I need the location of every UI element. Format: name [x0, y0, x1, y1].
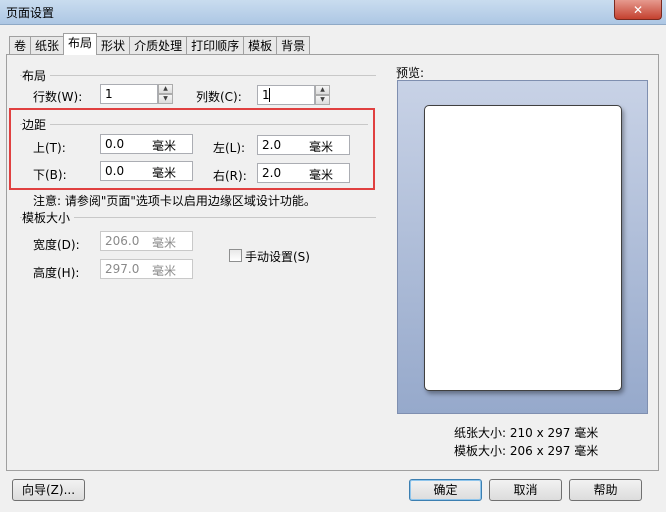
tab-print-order[interactable]: 打印顺序	[186, 36, 245, 55]
tab-shape[interactable]: 形状	[96, 36, 131, 55]
tab-volume[interactable]: 卷	[9, 36, 32, 55]
cols-label: 列数(C):	[196, 90, 242, 104]
wizard-button[interactable]: 向导(Z)...	[12, 479, 85, 501]
paper-size-text: 纸张大小: 210 x 297 毫米	[454, 426, 599, 440]
template-width-unit: 毫米	[152, 236, 177, 250]
layout-group-line	[20, 75, 376, 76]
manual-setting-checkbox[interactable]	[229, 249, 242, 262]
tab-background[interactable]: 背景	[276, 36, 311, 55]
spin-down-icon[interactable]: ▼	[158, 94, 173, 104]
template-height-value: 297.0	[105, 262, 140, 276]
preview-page	[424, 105, 622, 391]
tab-template[interactable]: 模板	[243, 36, 278, 55]
tab-paper[interactable]: 纸张	[30, 36, 65, 55]
cols-spinner[interactable]: ▲ ▼	[315, 85, 330, 105]
note-text: 注意: 请参阅"页面"选项卡以启用边缘区域设计功能。	[33, 194, 316, 208]
text-caret	[269, 88, 270, 102]
rows-spinner[interactable]: ▲ ▼	[158, 84, 173, 104]
spin-up-icon[interactable]: ▲	[158, 84, 173, 94]
template-height-label: 高度(H):	[33, 266, 80, 280]
tab-layout[interactable]: 布局	[63, 33, 98, 55]
tab-media[interactable]: 介质处理	[129, 36, 188, 55]
close-button[interactable]: ✕	[614, 0, 662, 20]
rows-input[interactable]: 1	[100, 84, 158, 104]
highlight-box	[9, 108, 375, 190]
title-bar: 页面设置 ✕	[0, 0, 666, 25]
window-title: 页面设置	[6, 6, 55, 20]
cancel-button[interactable]: 取消	[489, 479, 562, 501]
template-height-input: 297.0	[100, 259, 193, 279]
ok-button[interactable]: 确定	[409, 479, 482, 501]
template-width-label: 宽度(D):	[33, 238, 80, 252]
template-size-text: 模板大小: 206 x 297 毫米	[454, 444, 599, 458]
template-height-unit: 毫米	[152, 264, 177, 278]
layout-group-title: 布局	[22, 67, 51, 84]
template-width-value: 206.0	[105, 234, 140, 248]
rows-label: 行数(W):	[33, 90, 83, 104]
tab-strip: 卷 纸张 布局 形状 介质处理 打印顺序 模板 背景	[9, 33, 311, 55]
spin-up-icon[interactable]: ▲	[315, 85, 330, 95]
preview-area	[397, 80, 648, 414]
spin-down-icon[interactable]: ▼	[315, 95, 330, 105]
help-button[interactable]: 帮助	[569, 479, 642, 501]
close-icon: ✕	[632, 2, 644, 17]
manual-setting-label[interactable]: 手动设置(S)	[245, 248, 310, 265]
preview-label: 预览:	[396, 66, 425, 80]
template-width-input: 206.0	[100, 231, 193, 251]
cols-input[interactable]: 1	[257, 85, 315, 105]
template-group-title: 模板大小	[22, 209, 75, 226]
